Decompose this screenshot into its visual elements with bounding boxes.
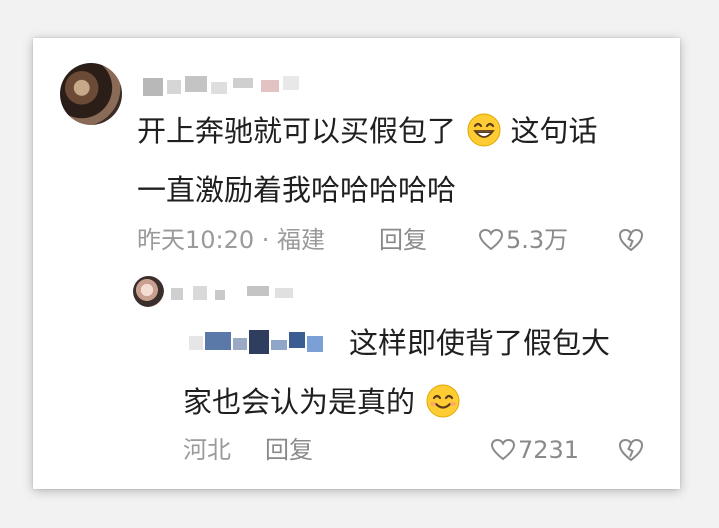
like-count: 5.3万: [506, 226, 569, 254]
replier-avatar[interactable]: [133, 276, 164, 307]
comment-text-part2: 这句话: [510, 114, 598, 148]
heart-icon: [490, 438, 516, 461]
broken-heart-icon: [618, 438, 644, 462]
grinning-face-emoji-icon: [467, 113, 501, 154]
reply-text-part: 家也会认为是真的: [183, 385, 416, 419]
smiling-face-emoji-icon: [426, 384, 460, 425]
broken-heart-icon: [618, 228, 644, 252]
comment-text-line1: 开上奔驰就可以买假包了 这句话: [137, 113, 597, 154]
comment-card: 开上奔驰就可以买假包了 这句话 一直激励着我哈哈哈哈哈 昨天10:20 · 福建…: [33, 38, 680, 489]
dislike-button[interactable]: [617, 227, 645, 257]
comment-text-line2: 一直激励着我哈哈哈哈哈: [137, 173, 457, 207]
reply-like-button[interactable]: 7231: [490, 436, 579, 464]
reply-like-count: 7231: [518, 436, 580, 464]
reply-meta: 河北: [183, 436, 231, 464]
comment-meta: 昨天10:20 · 福建: [137, 226, 326, 254]
heart-icon: [478, 228, 504, 251]
like-button[interactable]: 5.3万: [478, 226, 568, 254]
reply-reply-button[interactable]: 回复: [265, 436, 313, 464]
replier-name-redacted: [171, 284, 311, 304]
reply-to-name-redacted: [189, 330, 339, 356]
commenter-name-redacted: [143, 74, 323, 96]
reply-dislike-button[interactable]: [617, 437, 645, 467]
commenter-avatar[interactable]: [60, 63, 122, 125]
reply-text-line2: 家也会认为是真的: [183, 384, 460, 425]
reply-button[interactable]: 回复: [379, 226, 427, 254]
comment-text-part1: 开上奔驰就可以买假包了: [137, 114, 457, 148]
reply-text-line1: 这样即使背了假包大: [349, 326, 611, 360]
